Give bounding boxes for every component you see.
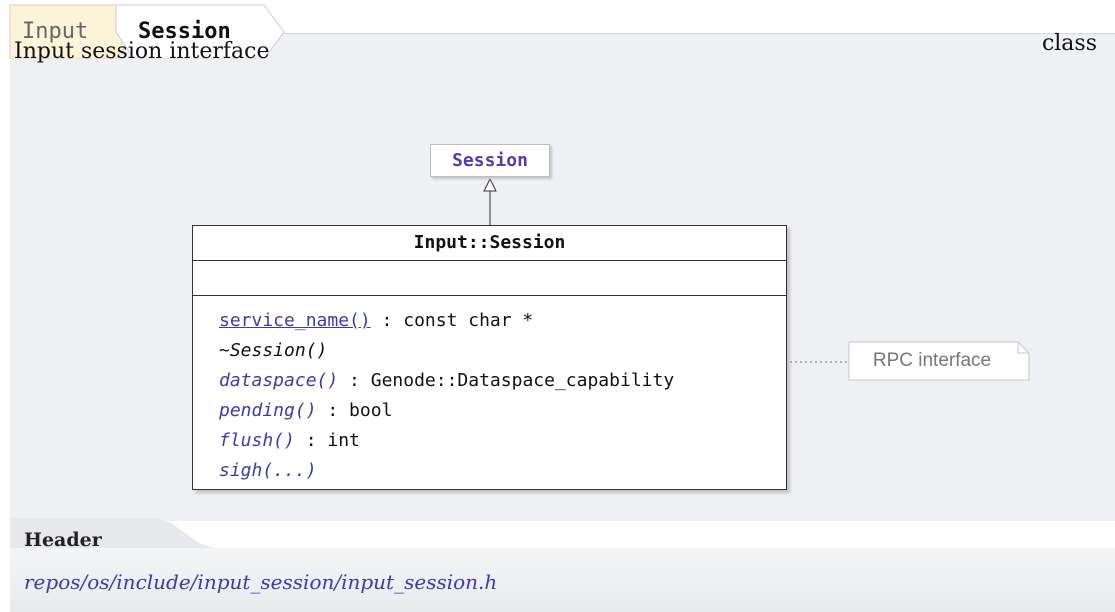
operation-name[interactable]: sigh(...) — [219, 460, 317, 481]
operation-name[interactable]: flush() — [219, 430, 295, 451]
operation-type: : bool — [316, 400, 393, 421]
inheritance-arrow — [483, 177, 497, 192]
operation-row: pending() : bool — [219, 396, 786, 426]
operation-row: flush() : int — [219, 426, 786, 456]
class-box: Input::Session service_name() : const ch… — [192, 225, 787, 490]
operation-row: sigh(...) — [219, 456, 786, 486]
operation-name: ~Session() — [219, 340, 328, 361]
operation-type: : int — [294, 430, 360, 451]
class-operations: service_name() : const char * ~Session()… — [193, 296, 786, 486]
header-file-link[interactable]: repos/os/include/input_session/input_ses… — [24, 570, 497, 594]
operation-row: ~Session() — [219, 336, 786, 366]
base-class-box[interactable]: Session — [430, 144, 550, 177]
header-title: Header — [24, 529, 102, 551]
class-name: Input::Session — [193, 226, 786, 261]
operation-name[interactable]: service_name() — [219, 310, 371, 331]
operation-row: dataspace() : Genode::Dataspace_capabili… — [219, 366, 786, 396]
operation-name[interactable]: pending() — [219, 400, 317, 421]
operation-type: : Genode::Dataspace_capability — [338, 370, 675, 391]
operation-type: : const char * — [370, 310, 534, 331]
operation-name[interactable]: dataspace() — [219, 370, 338, 391]
rpc-interface-note: RPC interface — [848, 341, 1030, 381]
note-text: RPC interface — [872, 350, 992, 371]
class-attributes — [193, 261, 786, 296]
operation-row: service_name() : const char * — [219, 306, 786, 336]
